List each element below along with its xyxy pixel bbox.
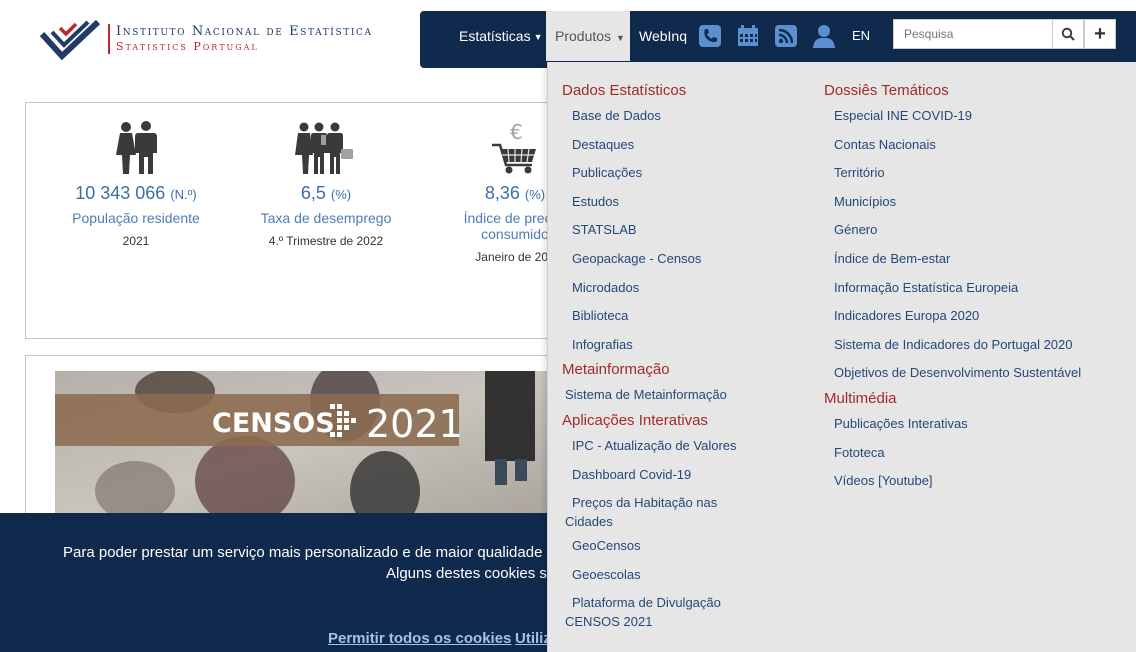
indicator-population[interactable]: 10 343 066 (N.º) População residente 202…: [31, 119, 241, 248]
indicator-period: 4.º Trimestre de 2022: [268, 234, 384, 248]
menu-fototeca[interactable]: Fototeca: [824, 439, 1081, 468]
indicator-period: 2021: [122, 234, 150, 248]
indicator-label: Taxa de desemprego: [260, 210, 392, 226]
menu-indice-bem-estar[interactable]: Índice de Bem-estar: [824, 245, 1081, 274]
menu-dashboard-covid[interactable]: Dashboard Covid-19: [562, 461, 742, 490]
section-dados-estatisticos[interactable]: Dados Estatísticos: [562, 80, 742, 102]
menu-biblioteca[interactable]: Biblioteca: [562, 302, 742, 331]
menu-info-estatistica-europeia[interactable]: Informação Estatística Europeia: [824, 274, 1081, 303]
advanced-search-button[interactable]: +: [1084, 19, 1116, 49]
dropdown-column-1: Dados Estatísticos Base de Dados Destaqu…: [562, 80, 742, 636]
menu-especial-covid[interactable]: Especial INE COVID-19: [824, 102, 1081, 131]
indicator-unemployment[interactable]: 6,5 (%) Taxa de desemprego 4.º Trimestre…: [221, 119, 431, 248]
section-aplicacoes-interativas[interactable]: Aplicações Interativas: [562, 410, 742, 432]
main-navbar: Estatísticas▼ Produtos▼ WebInq EN +: [420, 11, 1136, 68]
shopping-cart-euro-icon: €: [492, 121, 536, 174]
menu-statslab[interactable]: STATSLAB: [562, 216, 742, 245]
caret-down-icon: ▼: [533, 32, 543, 43]
use-necessary-cookies-link[interactable]: Utiliz: [515, 630, 551, 647]
censos-2021-banner[interactable]: CENSOS 2021: [55, 371, 555, 521]
indicator-label: População residente: [72, 210, 200, 226]
logo-title: Instituto Nacional de Estatística: [116, 24, 373, 39]
menu-objetivos-ods[interactable]: Objetivos de Desenvolvimento Sustentável: [824, 359, 1081, 388]
menu-videos-youtube[interactable]: Vídeos [Youtube]: [824, 467, 1081, 496]
censos-label: CENSOS: [212, 408, 335, 439]
indicator-value: 10 343 066: [75, 183, 166, 203]
menu-infografias[interactable]: Infografias: [562, 331, 742, 360]
menu-geopackage-censos[interactable]: Geopackage - Censos: [562, 245, 742, 274]
menu-contas-nacionais[interactable]: Contas Nacionais: [824, 131, 1081, 160]
logo-divider: [108, 24, 110, 54]
menu-microdados[interactable]: Microdados: [562, 274, 742, 303]
menu-estudos[interactable]: Estudos: [562, 188, 742, 217]
indicator-label-line2: consumido: [481, 226, 549, 242]
cookie-message-line2: Alguns destes cookies s: [386, 565, 547, 582]
menu-plataforma-censos[interactable]: Plataforma de Divulgação CENSOS 2021: [562, 589, 732, 636]
caret-down-icon: ▼: [616, 33, 625, 43]
indicator-unit: (N.º): [170, 187, 197, 202]
phone-icon[interactable]: [698, 24, 722, 48]
censos-year: 2021: [366, 402, 463, 446]
nav-produtos[interactable]: Produtos ▼: [546, 11, 630, 61]
nav-webinq[interactable]: WebInq: [639, 11, 687, 61]
menu-base-de-dados[interactable]: Base de Dados: [562, 102, 742, 131]
plus-icon: +: [1094, 22, 1106, 45]
allow-all-cookies-link[interactable]: Permitir todos os cookies: [328, 630, 511, 647]
section-metainformacao[interactable]: Metainformação: [562, 359, 742, 381]
menu-publicacoes-interativas[interactable]: Publicações Interativas: [824, 410, 1081, 439]
menu-municipios[interactable]: Municípios: [824, 188, 1081, 217]
menu-indicadores-europa-2020[interactable]: Indicadores Europa 2020: [824, 302, 1081, 331]
lang-switch-en[interactable]: EN: [852, 11, 870, 61]
ine-logo[interactable]: Instituto Nacional de Estatística Statis…: [40, 18, 420, 64]
logo-subtitle: Statistics Portugal: [116, 40, 259, 53]
menu-destaques[interactable]: Destaques: [562, 131, 742, 160]
logo-mark-icon: [40, 20, 100, 61]
search-icon: [1061, 27, 1075, 41]
censos-crowd-image: CENSOS 2021: [55, 371, 555, 521]
search-button[interactable]: [1052, 19, 1084, 49]
indicator-unit: (%): [524, 187, 546, 202]
produtos-dropdown-menu: Dados Estatísticos Base de Dados Destaqu…: [547, 62, 1136, 652]
nav-estatisticas[interactable]: Estatísticas ▼: [459, 11, 543, 61]
dropdown-column-2: Dossiês Temáticos Especial INE COVID-19 …: [824, 80, 1081, 496]
search-input[interactable]: [893, 19, 1053, 49]
indicator-value: 8,36: [484, 183, 520, 203]
calendar-icon[interactable]: [736, 24, 760, 48]
menu-sistema-metainformacao[interactable]: Sistema de Metainformação: [562, 381, 742, 410]
menu-indicadores-portugal-2020[interactable]: Sistema de Indicadores do Portugal 2020: [824, 331, 1081, 360]
menu-genero[interactable]: Género: [824, 216, 1081, 245]
rss-icon[interactable]: [774, 24, 798, 48]
unemployment-icon: [295, 122, 353, 174]
cookie-message: Para poder prestar um serviço mais perso…: [63, 544, 555, 561]
menu-territorio[interactable]: Território: [824, 159, 1081, 188]
menu-publicacoes[interactable]: Publicações: [562, 159, 742, 188]
svg-text:€: €: [510, 121, 523, 144]
user-icon[interactable]: [812, 24, 836, 48]
indicators-panel: 10 343 066 (N.º) População residente 202…: [25, 102, 585, 339]
section-dossies-tematicos[interactable]: Dossiês Temáticos: [824, 80, 1081, 102]
nav-produtos-label: Produtos: [555, 28, 612, 44]
indicator-unit: (%): [330, 187, 352, 202]
section-multimedia[interactable]: Multimédia: [824, 388, 1081, 410]
menu-ipc-atualizacao[interactable]: IPC - Atualização de Valores: [562, 432, 742, 461]
menu-geocensos[interactable]: GeoCensos: [562, 532, 742, 561]
population-icon: [116, 121, 157, 174]
nav-estatisticas-label: Estatísticas: [459, 28, 531, 44]
menu-precos-habitacao[interactable]: Preços da Habitação nas Cidades: [562, 489, 742, 536]
menu-geoescolas[interactable]: Geoescolas: [562, 561, 742, 590]
indicator-value: 6,5: [300, 183, 326, 203]
